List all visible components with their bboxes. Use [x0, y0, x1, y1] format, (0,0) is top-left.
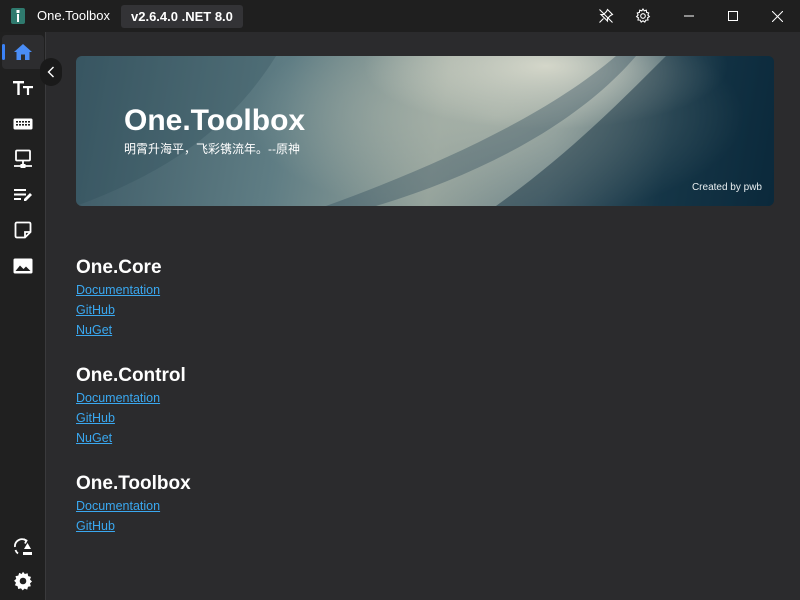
maximize-button[interactable]	[711, 0, 755, 32]
minimize-icon	[684, 15, 694, 17]
github-link[interactable]: GitHub	[76, 303, 162, 317]
pin-button[interactable]	[586, 0, 626, 32]
documentation-link[interactable]: Documentation	[76, 391, 186, 405]
section-title: One.Toolbox	[76, 473, 191, 494]
banner-title: One.Toolbox	[124, 104, 306, 137]
app-icon	[11, 8, 25, 24]
update-icon	[14, 538, 32, 555]
section-one-control: One.Control Documentation GitHub NuGet	[76, 365, 186, 451]
section-title: One.Core	[76, 257, 162, 278]
hero-banner: One.Toolbox 明霄升海平，飞彩镌流年。--原神 Created by …	[76, 56, 774, 206]
app-title: One.Toolbox	[37, 8, 110, 23]
sticky-note-icon	[14, 221, 32, 239]
chevron-left-icon	[47, 66, 54, 78]
network-icon	[14, 149, 32, 168]
sidebar-item-sticky[interactable]	[2, 213, 44, 247]
sidebar-item-font[interactable]	[2, 71, 44, 105]
sidebar-item-settings[interactable]	[2, 564, 44, 598]
home-icon	[14, 44, 32, 60]
github-link[interactable]: GitHub	[76, 519, 191, 533]
nuget-link[interactable]: NuGet	[76, 323, 162, 337]
title-bar: One.Toolbox v2.6.4.0 .NET 8.0	[0, 0, 800, 32]
keyboard-icon	[13, 118, 33, 130]
sidebar-item-image[interactable]	[2, 249, 44, 283]
section-title: One.Control	[76, 365, 186, 386]
banner-credit: Created by pwb	[691, 182, 762, 193]
gear-icon	[635, 8, 651, 23]
sidebar-item-update[interactable]	[2, 530, 44, 564]
maximize-icon	[728, 11, 738, 21]
minimize-button[interactable]	[667, 0, 711, 32]
nuget-link[interactable]: NuGet	[76, 431, 186, 445]
image-icon	[13, 258, 33, 274]
sidebar	[0, 32, 46, 600]
sidebar-item-notes[interactable]	[2, 178, 44, 212]
edit-list-icon	[14, 189, 32, 201]
pin-icon	[599, 8, 614, 23]
section-one-core: One.Core Documentation GitHub NuGet	[76, 257, 162, 343]
sidebar-item-home[interactable]	[2, 35, 44, 69]
github-link[interactable]: GitHub	[76, 411, 186, 425]
section-one-toolbox: One.Toolbox Documentation GitHub	[76, 473, 191, 539]
close-icon	[772, 10, 783, 22]
close-button[interactable]	[755, 0, 800, 32]
documentation-link[interactable]: Documentation	[76, 283, 162, 297]
sidebar-collapse-button[interactable]	[40, 58, 62, 86]
sidebar-item-keyboard[interactable]	[2, 107, 44, 141]
sidebar-item-network[interactable]	[2, 142, 44, 176]
settings-button[interactable]	[623, 0, 663, 32]
font-size-icon	[13, 81, 33, 95]
banner-subtitle: 明霄升海平，飞彩镌流年。--原神	[124, 142, 300, 156]
documentation-link[interactable]: Documentation	[76, 499, 191, 513]
gear-icon	[14, 571, 32, 591]
version-badge: v2.6.4.0 .NET 8.0	[121, 5, 243, 28]
